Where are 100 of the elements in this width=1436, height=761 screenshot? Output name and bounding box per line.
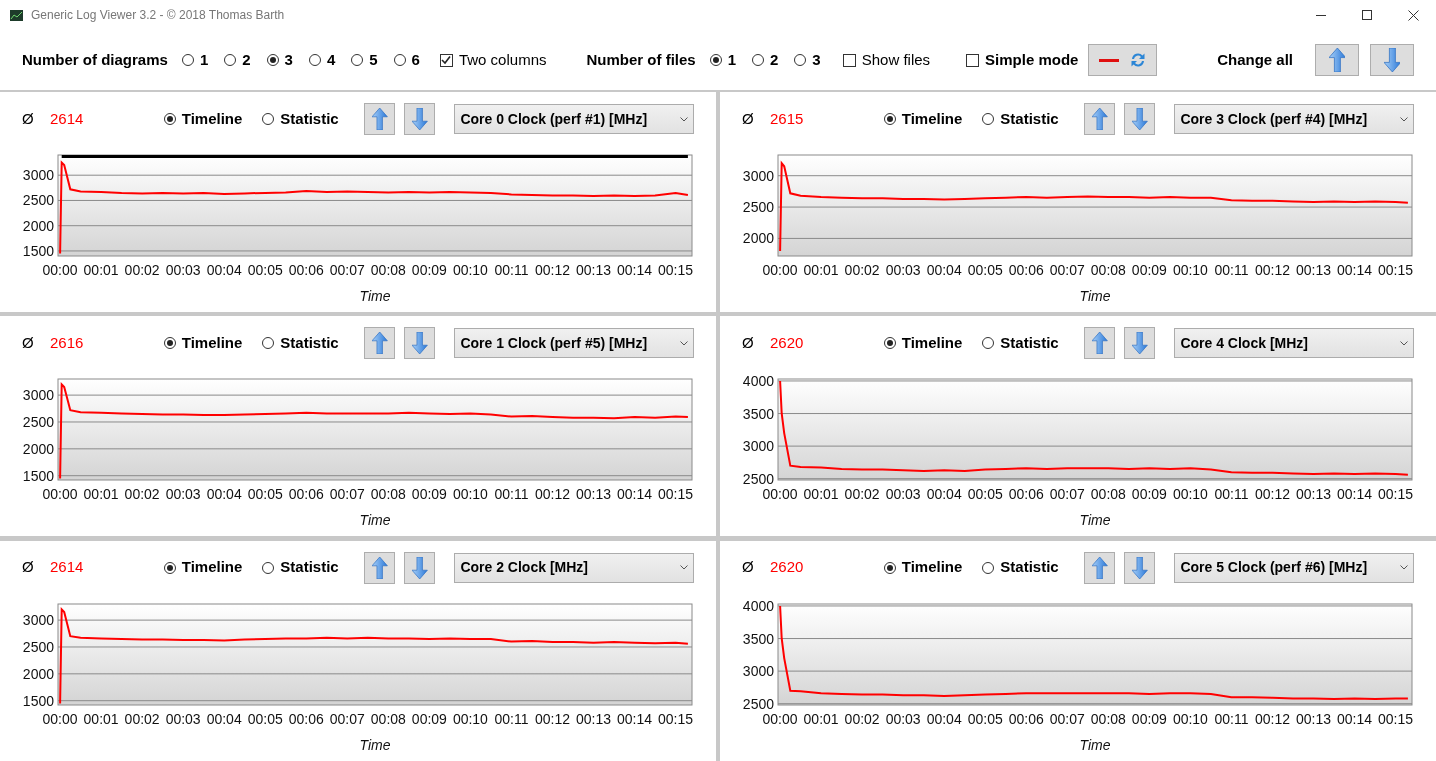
x-tick-label: 00:12 [1254,710,1290,727]
radio-button[interactable] [262,561,275,574]
checkbox[interactable] [842,53,856,67]
radio-button[interactable] [794,54,807,66]
radio-option[interactable]: Timeline [883,332,963,355]
radio-option[interactable]: 6 [393,48,420,72]
radio-option[interactable]: 1 [709,48,736,72]
x-tick-label: 00:07 [329,262,365,278]
move-down-button[interactable] [1124,551,1156,584]
radio-option[interactable]: 3 [266,48,293,72]
radio-button[interactable] [224,54,237,66]
move-down-button[interactable] [404,327,436,360]
x-tick-label: 00:13 [1296,486,1332,503]
radio-button[interactable] [709,54,722,66]
x-tick-label: 00:02 [124,262,160,278]
radio-option[interactable]: Timeline [163,107,243,131]
line-style-button[interactable] [1088,44,1158,76]
x-tick-label: 00:06 [288,486,324,503]
radio-button[interactable] [752,54,764,66]
radio-option[interactable]: 2 [224,48,251,72]
radio-button[interactable] [266,54,279,66]
x-tick-label: 00:01 [803,486,839,503]
x-tick-label: 00:12 [534,262,570,278]
move-down-button[interactable] [1124,103,1156,135]
move-down-button[interactable] [404,551,436,584]
up-arrow-icon [372,556,388,579]
radio-option[interactable]: Statistic [262,107,339,131]
radio-option[interactable]: Timeline [883,107,963,131]
radio-button[interactable] [163,561,176,574]
average-symbol: Ø [742,333,755,354]
move-up-button[interactable] [364,551,396,584]
radio-option[interactable]: Timeline [163,556,243,579]
radio-option[interactable]: Timeline [163,332,243,355]
radio-option[interactable]: Timeline [883,556,963,579]
checkbox-option[interactable]: Show files [842,48,931,72]
radio-button[interactable] [393,54,406,66]
radio-button[interactable] [181,54,194,66]
x-tick-label: 00:04 [206,710,242,727]
radio-button[interactable] [982,561,995,574]
channel-dropdown[interactable]: Core 4 Clock [MHz] [1174,328,1414,359]
x-tick-label: 00:02 [124,710,160,727]
radio-button[interactable] [262,337,275,350]
y-tick-label: 1500 [22,242,54,259]
x-tick-label: 00:04 [206,262,242,278]
radio-button[interactable] [883,337,896,350]
radio-option[interactable]: Statistic [262,332,339,355]
checkbox-option[interactable]: Simple mode [966,48,1079,72]
move-down-button[interactable] [1124,327,1156,360]
channel-dropdown[interactable]: Core 5 Clock (perf #6) [MHz] [1174,552,1414,583]
minimize-icon [1316,14,1326,16]
radio-button[interactable] [883,113,896,125]
radio-button[interactable] [163,113,176,125]
radio-option[interactable]: Statistic [982,556,1059,579]
radio-button[interactable] [982,113,995,125]
channel-dropdown[interactable]: Core 0 Clock (perf #1) [MHz] [454,104,694,134]
radio-button[interactable] [308,54,321,66]
x-tick-label: 00:03 [165,710,201,727]
radio-button[interactable] [351,54,364,66]
x-tick-label: 00:05 [247,486,283,503]
move-up-button[interactable] [1084,327,1116,360]
x-tick-label: 00:01 [803,262,839,278]
checkbox-option[interactable]: Two columns [439,48,547,72]
channel-dropdown[interactable]: Core 3 Clock (perf #4) [MHz] [1174,104,1414,134]
x-tick-label: 00:14 [617,486,653,503]
radio-button[interactable] [982,337,995,350]
move-down-button[interactable] [1370,44,1414,76]
x-tick-label: 00:04 [926,486,962,503]
x-tick-label: 00:01 [83,710,119,727]
radio-option[interactable]: Statistic [982,107,1059,131]
average-value: 2615 [769,108,805,129]
radio-button[interactable] [163,337,176,350]
move-down-button[interactable] [404,103,436,135]
radio-option[interactable]: 5 [351,48,378,72]
radio-button[interactable] [883,561,896,574]
x-tick-label: 00:14 [1337,710,1373,727]
radio-button[interactable] [262,113,275,125]
move-up-button[interactable] [1084,103,1116,135]
checkbox[interactable] [966,53,980,67]
radio-option[interactable]: 3 [794,48,821,72]
x-tick-label: 00:15 [658,262,694,278]
x-tick-label: 00:13 [1296,710,1332,727]
move-up-button[interactable] [1315,44,1359,76]
move-up-button[interactable] [1084,551,1116,584]
move-up-button[interactable] [364,327,396,360]
checkbox[interactable] [439,53,453,67]
radio-option[interactable]: 4 [308,48,336,72]
x-tick-label: 00:00 [762,486,798,503]
radio-option[interactable]: Statistic [982,332,1059,355]
chevron-down-icon [1400,565,1408,571]
x-tick-label: 00:06 [288,262,324,278]
radio-option[interactable]: Statistic [262,556,339,579]
move-up-button[interactable] [364,103,396,135]
radio-option[interactable]: 1 [181,48,209,72]
y-tick-label: 3000 [22,611,54,628]
channel-dropdown[interactable]: Core 1 Clock (perf #5) [MHz] [454,328,694,359]
channel-dropdown[interactable]: Core 2 Clock [MHz] [454,552,694,583]
radio-option[interactable]: 2 [752,48,779,72]
x-tick-label: 00:13 [576,710,612,727]
x-tick-label: 00:12 [1254,262,1290,278]
y-tick-label: 2500 [22,638,54,655]
